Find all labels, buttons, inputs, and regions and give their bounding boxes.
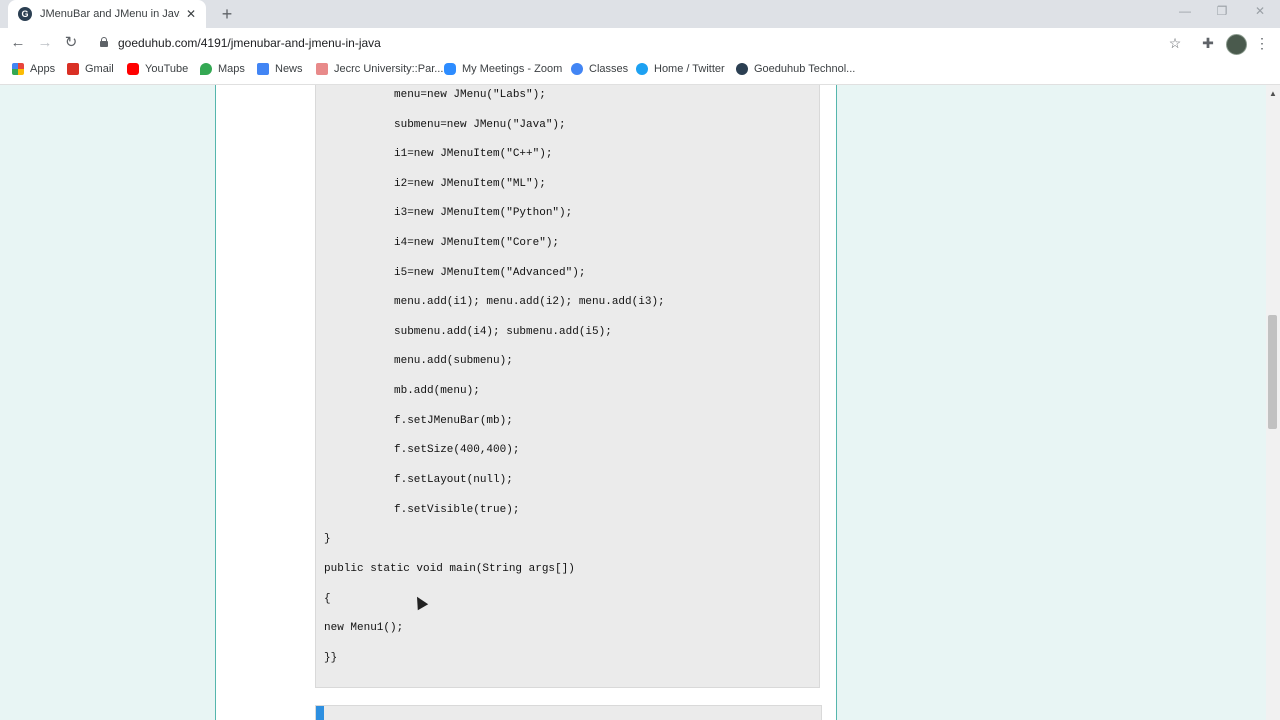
bookmark-news[interactable]: News <box>257 63 303 75</box>
reload-icon[interactable]: ↻ <box>62 34 80 52</box>
bookmark-zoom[interactable]: My Meetings - Zoom <box>444 63 562 75</box>
lock-icon[interactable] <box>100 37 108 47</box>
goeduhub-icon <box>736 63 748 75</box>
code-line: f.setJMenuBar(mb); <box>394 415 513 427</box>
code-line: i1=new JMenuItem("C++"); <box>394 148 553 160</box>
code-line: f.setSize(400,400); <box>394 444 520 456</box>
bookmark-star-icon[interactable]: ☆ <box>1166 34 1184 52</box>
code-line: f.setLayout(null); <box>394 474 513 486</box>
window-close-icon[interactable]: ✕ <box>1245 4 1275 18</box>
browser-menu-kebab-icon[interactable]: ⋮ <box>1253 34 1271 52</box>
code-line: i4=new JMenuItem("Core"); <box>394 237 560 249</box>
maps-pin-icon <box>200 63 212 75</box>
scrollbar-thumb[interactable] <box>1268 315 1277 429</box>
code-line: { <box>324 593 331 605</box>
tab-strip: G JMenuBar and JMenu in Java - Goe ✕ + —… <box>0 0 1280 28</box>
next-code-block <box>315 705 822 720</box>
code-line: i2=new JMenuItem("ML"); <box>394 178 546 190</box>
forward-arrow-icon[interactable]: → <box>36 34 54 52</box>
zoom-camera-icon <box>444 63 456 75</box>
twitter-bird-icon <box>636 63 648 75</box>
code-line: menu=new JMenu("Labs"); <box>394 89 546 101</box>
code-line: menu.add(submenu); <box>394 355 513 367</box>
code-line: f.setVisible(true); <box>394 504 520 516</box>
news-icon <box>257 63 269 75</box>
bookmark-goeduhub[interactable]: Goeduhub Technol... <box>736 63 855 75</box>
code-line: submenu=new JMenu("Java"); <box>394 119 566 131</box>
page-viewport: menu=new JMenu("Labs"); submenu=new JMen… <box>0 85 1266 720</box>
tab-close-icon[interactable]: ✕ <box>186 7 196 21</box>
google-g-icon <box>571 63 583 75</box>
bookmark-twitter[interactable]: Home / Twitter <box>636 63 725 75</box>
jecrc-icon <box>316 63 328 75</box>
code-line: submenu.add(i4); submenu.add(i5); <box>394 326 612 338</box>
youtube-icon <box>127 63 139 75</box>
code-line: public static void main(String args[]) <box>324 563 575 575</box>
address-bar-url[interactable]: goeduhub.com/4191/jmenubar-and-jmenu-in-… <box>118 36 381 50</box>
code-block-marker <box>316 706 324 720</box>
bookmarks-bar: Apps Gmail YouTube Maps News Jecrc Unive… <box>0 58 1280 85</box>
code-line: mb.add(menu); <box>394 385 480 397</box>
profile-avatar[interactable] <box>1226 34 1247 55</box>
minimize-icon[interactable]: — <box>1170 4 1200 18</box>
new-tab-plus-icon[interactable]: + <box>217 4 237 24</box>
bookmark-jecrc[interactable]: Jecrc University::Par... <box>316 63 443 75</box>
code-line: i5=new JMenuItem("Advanced"); <box>394 267 586 279</box>
bookmark-youtube[interactable]: YouTube <box>127 63 188 75</box>
code-block: menu=new JMenu("Labs"); submenu=new JMen… <box>315 85 820 688</box>
bookmark-gmail[interactable]: Gmail <box>67 63 114 75</box>
scroll-up-arrow-icon[interactable]: ▲ <box>1269 89 1277 98</box>
goeduhub-favicon-icon: G <box>18 7 32 21</box>
code-line: } <box>324 533 331 545</box>
page-scrollbar[interactable]: ▲ <box>1266 85 1280 720</box>
extensions-puzzle-icon[interactable]: ✚ <box>1199 34 1217 52</box>
active-tab[interactable]: G JMenuBar and JMenu in Java - Goe ✕ <box>8 0 206 28</box>
tab-title: JMenuBar and JMenu in Java - Goe <box>40 8 180 20</box>
code-line: new Menu1(); <box>324 622 404 634</box>
code-line: menu.add(i1); menu.add(i2); menu.add(i3)… <box>394 296 665 308</box>
maximize-icon[interactable]: ❐ <box>1207 4 1237 18</box>
bookmark-maps[interactable]: Maps <box>200 63 245 75</box>
gmail-icon <box>67 63 79 75</box>
apps-grid-icon <box>12 63 24 75</box>
back-arrow-icon[interactable]: ← <box>9 34 27 52</box>
code-line: i3=new JMenuItem("Python"); <box>394 207 573 219</box>
bookmark-apps[interactable]: Apps <box>12 63 55 75</box>
browser-toolbar: ← → ↻ goeduhub.com/4191/jmenubar-and-jme… <box>0 28 1280 58</box>
code-line: }} <box>324 652 338 664</box>
bookmark-classes[interactable]: Classes <box>571 63 628 75</box>
